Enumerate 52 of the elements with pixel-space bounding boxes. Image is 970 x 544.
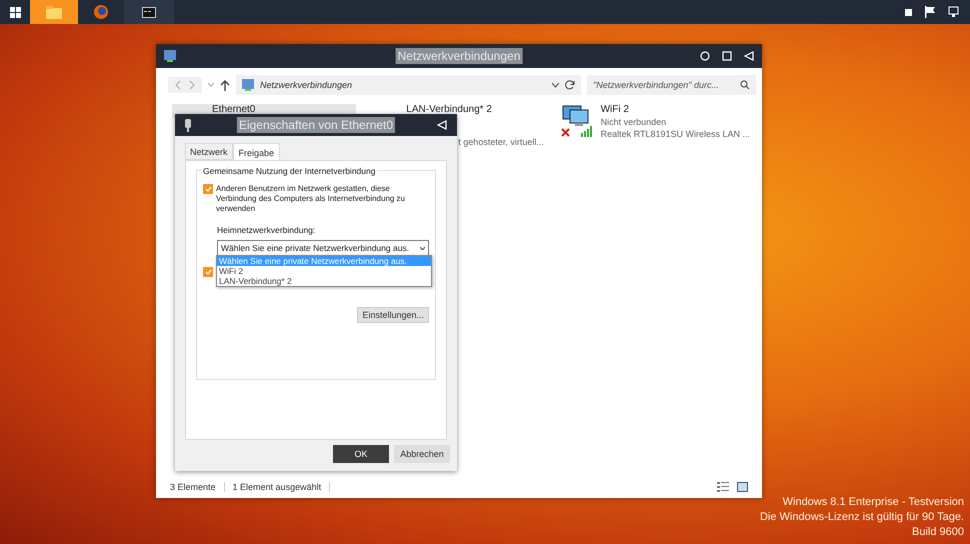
minimize-icon[interactable] [700, 51, 710, 61]
dropdown-option[interactable]: WiFi 2 [217, 266, 431, 276]
dialog-title: Eigenschaften von Ethernet0 [236, 117, 396, 133]
connection-name: WiFi 2 [600, 104, 630, 116]
up-arrow-icon[interactable] [220, 80, 230, 90]
license-notice: Die Windows-Lizenz ist gültig für 90 Tage. [760, 510, 964, 525]
details-view-icon[interactable] [717, 482, 729, 492]
ok-button[interactable]: OK [333, 445, 389, 463]
connection-device: Realtek RTL8191SU Wireless LAN ... [600, 128, 750, 140]
field-label: Heimnetzwerkverbindung: [217, 225, 316, 235]
browser-icon [94, 5, 108, 19]
windows-icon [10, 6, 20, 18]
connection-name: Ethernet0 [212, 104, 256, 116]
network-select[interactable]: Wählen Sie eine private Netzwerkverbindung aus. [217, 240, 429, 256]
dropdown-option[interactable]: LAN-Verbindung* 2 [217, 276, 431, 286]
checkbox[interactable] [203, 184, 213, 194]
search-field[interactable]: "Netzwerkverbindungen" durc... [587, 75, 756, 95]
taskbar-app-button[interactable] [124, 0, 174, 24]
address-path: Netzwerkverbindungen [260, 80, 352, 90]
network-icon[interactable] [948, 6, 960, 18]
back-triangle-icon[interactable] [437, 120, 447, 130]
checkbox-label: Anderen Benutzern im Netzwerk gestatten, diese Verbindung des Computers als Internetverbindung zu verwenden [216, 184, 406, 214]
chevron-down-icon [420, 246, 425, 250]
folder-icon [46, 6, 62, 18]
window-title: Netzwerkverbindungen [396, 48, 522, 64]
item-count: 3 Elemente [170, 482, 216, 492]
cancel-button[interactable]: Abbrechen [394, 445, 450, 463]
connection-device: t gehosteter, virtuell... [458, 136, 544, 148]
back-triangle-icon[interactable] [744, 51, 754, 61]
signal-bars-icon [580, 126, 594, 137]
flag-icon[interactable] [924, 6, 936, 18]
license-notice: Windows 8.1 Enterprise - Testversion [782, 495, 964, 510]
connection-status: Nicht verbunden [600, 116, 668, 128]
square-icon[interactable] [905, 8, 912, 16]
license-notice: Build 9600 [912, 525, 964, 540]
checkbox[interactable] [203, 267, 213, 277]
refresh-icon[interactable] [565, 80, 575, 90]
chevron-down-icon[interactable] [552, 82, 559, 88]
tab[interactable]: Netzwerk [185, 143, 233, 160]
settings-button[interactable]: Einstellungen... [357, 307, 429, 323]
connection-name: LAN-Verbindung* 2 [406, 104, 493, 116]
address-bar[interactable]: Netzwerkverbindungen [236, 75, 581, 95]
network-folder-icon [164, 50, 176, 62]
tab[interactable]: Freigabe [232, 143, 280, 161]
connection-item[interactable]: WiFi 2 Nicht verbunden Realtek RTL8191SU Wireless LAN ... [560, 104, 750, 164]
tiles-view-icon[interactable] [737, 482, 748, 492]
console-icon [142, 6, 156, 18]
selection-count: 1 Element ausgewählt [232, 482, 322, 492]
group-title: Gemeinsame Nutzung der Internetverbindung [201, 166, 378, 176]
ethernet-icon [185, 118, 191, 132]
network-folder-icon [242, 79, 254, 91]
maximize-icon[interactable] [722, 51, 732, 61]
